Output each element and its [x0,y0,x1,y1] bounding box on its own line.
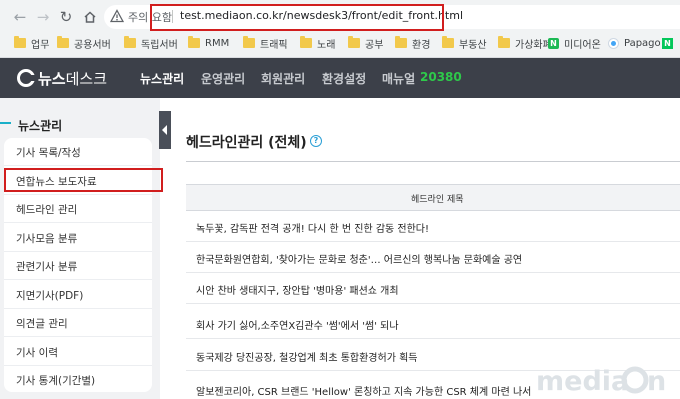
url-highlight-box [150,4,444,31]
folder-icon [498,36,510,48]
bookmark-label: 미디어온 [564,39,601,51]
bookmark-label: 업무 [31,39,50,51]
svg-text:media: media [536,366,629,397]
headline-title[interactable]: 시안 찬바 생태지구, 장안탑 '병마용' 패션쇼 개최 [196,282,399,297]
nav-news-management[interactable]: 뉴스관리 [140,70,184,87]
table-row[interactable]: 시안 찬바 생태지구, 장안탑 '병마용' 패션쇼 개최 [186,273,680,304]
forward-arrow-icon[interactable]: → [33,7,53,27]
page-title: 헤드라인관리 (전체) [186,135,307,151]
bookmark-item[interactable]: N 미디어온 [548,35,601,51]
sidebar-item-print-pdf[interactable]: 지면기사(PDF) [4,281,152,309]
nav-settings[interactable]: 환경설정 [322,70,366,87]
sidebar-item-label: 헤드라인 관리 [16,204,78,216]
sidebar-item-article-collection[interactable]: 기사모음 분류 [4,224,152,252]
nav-count-badge[interactable]: 20380 [420,70,462,84]
headline-title[interactable]: 한국문화원연합회, '찾아가는 문화로 청춘'… 어르신의 행복나눔 문화예술 … [196,251,522,266]
nav-operation-management[interactable]: 운영관리 [201,70,245,87]
main-content: 헤드라인관리 (전체) ? 헤드라인 제목 녹두꽃, 감독판 전격 공개! 다시… [171,98,680,399]
table-row[interactable]: 회사 가기 싫어,소주연X김관수 '썸'에서 '썸' 되나 [186,308,680,339]
bookmark-label: Papago [624,37,661,49]
logo-mark-icon [17,69,36,87]
bookmark-item[interactable]: 부동산 [442,35,487,51]
bookmarks-bar: 업무 공용서버 독립서버 RMM 트래픽 노래 공부 환경 부동산 가상화폐 N… [0,31,680,55]
bookmark-item[interactable]: 공용서버 [57,35,111,51]
folder-icon [124,36,136,48]
bookmark-label: 공부 [365,39,384,51]
sidebar-item-article-history[interactable]: 기사 이력 [4,338,152,366]
folder-icon [188,36,200,48]
home-icon[interactable] [80,7,100,27]
bookmark-item[interactable]: Papago [608,35,661,51]
bookmark-item[interactable]: 환경 [395,35,430,51]
bookmark-item[interactable]: 독립서버 [124,35,178,51]
papago-icon [608,37,619,49]
table-row[interactable]: 한국문화원연합회, '찾아가는 문화로 청춘'… 어르신의 행복나눔 문화예술 … [186,242,680,273]
back-arrow-icon[interactable]: ← [10,7,30,27]
sidebar-item-label: 기사 통계(기간별) [16,375,96,387]
naver-icon: N [662,37,673,49]
folder-icon [348,36,360,48]
folder-icon [243,36,255,48]
sidebar-highlight-box [4,168,163,192]
bookmark-label: 노래 [317,39,336,51]
bookmark-label: 트래픽 [260,39,288,51]
sidebar-title: 뉴스관리 [18,119,63,133]
bookmark-item[interactable]: RMM [188,35,229,51]
sidebar-item-label: 지면기사(PDF) [16,290,84,302]
bookmark-item[interactable]: 공부 [348,35,383,51]
help-icon[interactable]: ? [310,135,322,147]
sidebar-item-related-articles[interactable]: 관련기사 분류 [4,252,152,280]
site-header: 뉴스 데스크 뉴스관리 운영관리 회원관리 환경설정 매뉴얼 20380 [0,58,680,98]
n-logo-icon: N [548,37,559,49]
folder-icon [14,36,26,48]
bookmark-item[interactable]: 노래 [300,35,335,51]
sidebar-item-headline[interactable]: 헤드라인 관리 [4,195,152,223]
svg-text:n: n [647,366,666,397]
headline-title[interactable]: 녹두꽃, 감독판 전격 공개! 다시 한 번 진한 감동 전한다! [196,220,429,235]
sidebar-item-article-list[interactable]: 기사 목록/작성 [4,138,152,166]
sidebar-item-label: 기사모음 분류 [16,233,78,245]
sidebar-item-comments[interactable]: 의견글 관리 [4,309,152,337]
folder-icon [57,36,69,48]
bookmark-label: 환경 [412,39,431,51]
sidebar: 뉴스관리 기사 목록/작성 연합뉴스 보도자료 헤드라인 관리 기사모음 분류 … [0,98,160,399]
reload-icon[interactable]: ↻ [56,7,76,27]
bookmark-item[interactable]: 트래픽 [243,35,288,51]
folder-icon [395,36,407,48]
site-logo[interactable]: 뉴스 데스크 [17,68,107,88]
sidebar-title-marker [0,122,11,124]
sidebar-item-label: 관련기사 분류 [16,261,78,273]
sidebar-item-label: 기사 이력 [16,347,58,359]
headline-title[interactable]: 회사 가기 싫어,소주연X김관수 '썸'에서 '썸' 되나 [196,317,399,332]
nav-member-management[interactable]: 회원관리 [261,70,305,87]
bookmark-label: 공용서버 [74,39,111,51]
nav-manual[interactable]: 매뉴얼 [382,70,415,87]
logo-text-light: 데스크 [65,69,108,88]
bookmark-label: 독립서버 [141,39,178,51]
title-divider [186,161,680,162]
headline-title[interactable]: 알보젠코리아, CSR 브랜드 'Hellow' 론칭하고 지속 가능한 CSR… [196,383,531,398]
table-row[interactable]: 녹두꽃, 감독판 전격 공개! 다시 한 번 진한 감동 전한다! [186,211,680,242]
sidebar-item-article-stats[interactable]: 기사 통계(기간별) [4,366,152,394]
folder-icon [300,36,312,48]
warning-icon[interactable] [109,9,125,23]
headline-title[interactable]: 동국제강 당진공장, 철강업계 최초 통합환경허가 획득 [196,349,417,364]
column-header-title: 헤드라인 제목 [411,195,464,205]
bookmark-item[interactable]: 업무 [14,35,49,51]
logo-text-bold: 뉴스 [38,69,66,88]
sidebar-item-label: 의견글 관리 [16,318,68,330]
bookmark-label: 부동산 [459,39,487,51]
bookmark-label: 가상화폐 [515,39,552,51]
sidebar-item-label: 기사 목록/작성 [16,147,81,159]
bookmark-item[interactable]: N [662,35,677,51]
bookmark-item[interactable]: 가상화폐 [498,35,552,51]
sidebar-collapse-toggle[interactable] [159,111,171,149]
mediaon-watermark: media n [532,356,680,399]
bookmark-label: RMM [205,37,230,49]
table-header: 헤드라인 제목 [186,184,680,211]
folder-icon [442,36,454,48]
